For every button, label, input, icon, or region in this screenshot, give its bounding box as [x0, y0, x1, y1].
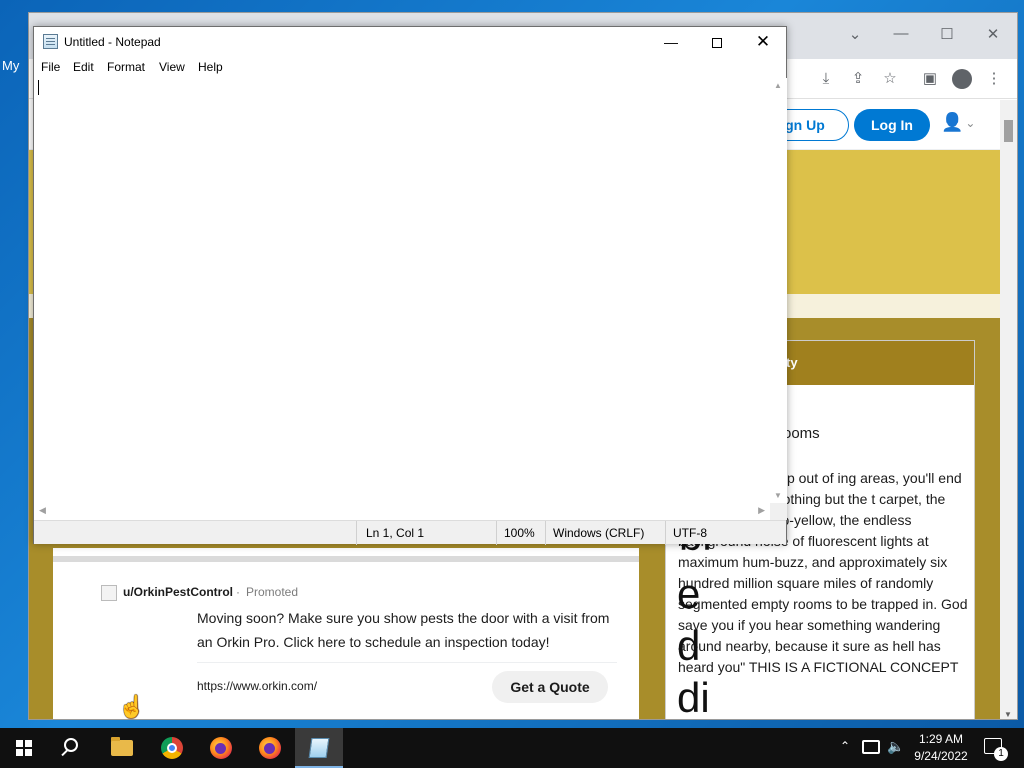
- taskbar: ⌃ 🔈 1:29 AM 9/24/2022 1: [0, 728, 1024, 768]
- get-quote-button[interactable]: Get a Quote: [492, 671, 608, 703]
- promo-url[interactable]: https://www.orkin.com/: [197, 679, 317, 693]
- menu-help[interactable]: Help: [198, 60, 223, 74]
- taskbar-file-explorer[interactable]: [98, 728, 146, 768]
- notepad-icon: [308, 738, 330, 758]
- search-button[interactable]: [48, 728, 96, 768]
- notepad-minimize-button[interactable]: —: [648, 27, 694, 57]
- promo-divider: [197, 662, 617, 663]
- desktop-icon-label[interactable]: My: [2, 58, 19, 73]
- menu-view[interactable]: View: [159, 60, 185, 74]
- download-icon[interactable]: ⤓: [816, 69, 836, 89]
- network-icon[interactable]: [862, 740, 880, 754]
- start-button[interactable]: [0, 728, 48, 768]
- notepad-title: Untitled - Notepad: [64, 35, 161, 49]
- scroll-left-icon[interactable]: ◀: [39, 505, 46, 516]
- folder-icon: [111, 737, 133, 756]
- show-hidden-icons-icon[interactable]: ⌃: [840, 739, 850, 768]
- notepad-text-area[interactable]: [34, 78, 770, 503]
- status-zoom: 100%: [504, 526, 535, 540]
- promo-username[interactable]: u/OrkinPestControl: [123, 585, 233, 599]
- chrome-icon: [161, 737, 183, 759]
- taskbar-firefox[interactable]: [197, 728, 245, 768]
- status-line-ending: Windows (CRLF): [553, 526, 645, 540]
- page-scrollbar[interactable]: ▼: [1000, 100, 1017, 719]
- notepad-window: Untitled - Notepad — ✕ File Edit Format …: [33, 26, 787, 545]
- post-separator: [53, 556, 639, 562]
- scroll-right-icon[interactable]: ▶: [758, 505, 765, 516]
- promoted-tag: Promoted: [246, 585, 299, 599]
- status-position: Ln 1, Col 1: [366, 526, 425, 540]
- taskbar-firefox-2[interactable]: [246, 728, 294, 768]
- notepad-menubar: File Edit Format View Help: [34, 57, 786, 78]
- notepad-close-button[interactable]: ✕: [740, 27, 786, 57]
- scroll-down-icon[interactable]: ▼: [1004, 710, 1012, 719]
- overlay-glyph: d: [677, 622, 701, 669]
- share-icon[interactable]: ⇪: [848, 69, 868, 89]
- notepad-horizontal-scrollbar[interactable]: ◀ ▶: [34, 503, 770, 520]
- browser-menu-icon[interactable]: ⋮: [984, 69, 1004, 89]
- menu-format[interactable]: Format: [107, 60, 145, 74]
- status-divider: [665, 521, 666, 545]
- browser-minimize-button[interactable]: —: [889, 25, 913, 42]
- promo-avatar[interactable]: [101, 585, 117, 601]
- taskbar-notepad[interactable]: [295, 728, 343, 768]
- taskbar-chrome[interactable]: [148, 728, 196, 768]
- scrollbar-corner: [770, 503, 787, 520]
- page-scrollbar-thumb[interactable]: [1004, 120, 1013, 142]
- notepad-titlebar[interactable]: Untitled - Notepad — ✕: [34, 27, 786, 57]
- hand-cursor-icon: ☝: [118, 694, 146, 719]
- menu-file[interactable]: File: [41, 60, 60, 74]
- status-divider: [545, 521, 546, 545]
- status-divider: [356, 521, 357, 545]
- side-panel-icon[interactable]: ▣: [920, 69, 940, 89]
- notification-badge: 1: [994, 747, 1008, 761]
- clock-date: 9/24/2022: [914, 749, 968, 763]
- profile-icon[interactable]: [952, 69, 972, 89]
- sidebar-header-text: ty: [786, 355, 798, 370]
- windows-logo-icon: [16, 740, 32, 756]
- search-icon: [64, 738, 78, 752]
- bookmark-star-icon[interactable]: ☆: [880, 69, 900, 89]
- login-button[interactable]: Log In: [854, 109, 930, 141]
- scroll-down-icon[interactable]: ▼: [774, 491, 782, 500]
- notepad-vertical-scrollbar[interactable]: ▲ ▼: [770, 78, 787, 503]
- promo-separator: ·: [236, 585, 240, 599]
- volume-icon[interactable]: 🔈: [887, 738, 904, 768]
- overlay-glyph: di: [677, 674, 710, 720]
- notepad-statusbar: Ln 1, Col 1 100% Windows (CRLF) UTF-8: [34, 520, 786, 545]
- firefox-icon: [259, 737, 281, 759]
- scroll-up-icon[interactable]: ▲: [774, 81, 782, 90]
- taskbar-clock[interactable]: 1:29 AM 9/24/2022: [908, 731, 974, 765]
- browser-close-button[interactable]: ✕: [981, 25, 1005, 43]
- text-caret: [38, 80, 39, 95]
- menu-edit[interactable]: Edit: [73, 60, 94, 74]
- overlay-glyph: e: [677, 570, 701, 617]
- firefox-icon: [210, 737, 232, 759]
- browser-maximize-button[interactable]: ☐: [935, 25, 959, 43]
- user-menu-icon[interactable]: 👤 ⌄: [941, 112, 975, 133]
- notepad-app-icon[interactable]: [43, 34, 58, 49]
- notepad-maximize-button[interactable]: [694, 27, 740, 57]
- status-divider: [496, 521, 497, 545]
- promo-text[interactable]: Moving soon? Make sure you show pests th…: [197, 606, 617, 654]
- tab-search-icon[interactable]: ⌄: [843, 25, 867, 43]
- clock-time: 1:29 AM: [918, 732, 964, 746]
- status-encoding: UTF-8: [673, 526, 707, 540]
